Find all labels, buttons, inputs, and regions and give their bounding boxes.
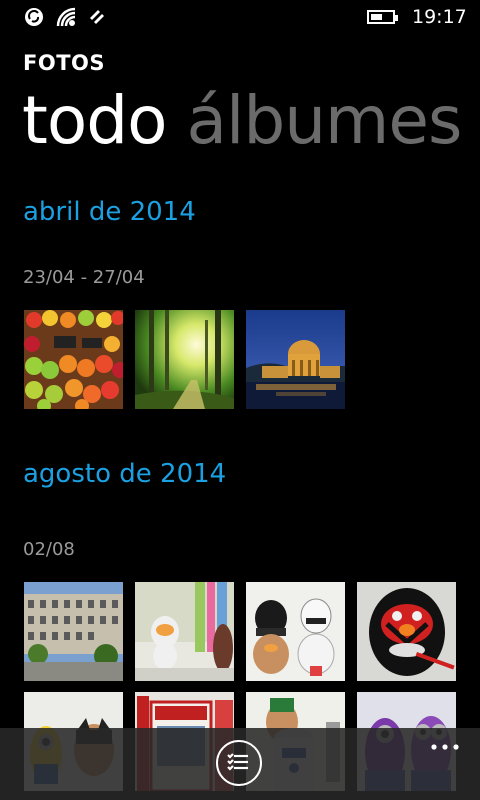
- section-month-august: agosto de 2014: [23, 459, 227, 489]
- section-range-august: 02/08: [23, 539, 75, 560]
- select-list-icon: [227, 753, 248, 771]
- photo-forest-sunlight[interactable]: [135, 310, 234, 409]
- photo-darth-maul-potato[interactable]: [357, 582, 456, 681]
- clock: 19:17: [412, 6, 467, 28]
- app-title: FOTOS: [23, 51, 105, 75]
- pivot-item-albumes[interactable]: álbumes: [187, 82, 463, 159]
- pivot-item-todo[interactable]: todo: [22, 82, 168, 159]
- select-button[interactable]: [216, 740, 262, 786]
- section-month-april: abril de 2014: [23, 197, 196, 227]
- battery-icon: [367, 10, 398, 24]
- status-bar: 19:17: [0, 0, 480, 34]
- app-bar: [0, 728, 480, 800]
- photo-fruit-market[interactable]: [24, 310, 123, 409]
- pivot-header: todoálbumesf: [22, 82, 480, 159]
- section-range-april: 23/04 - 27/04: [23, 267, 145, 288]
- wifi-icon: [56, 7, 76, 27]
- more-dots-icon[interactable]: [430, 742, 460, 752]
- photo-building[interactable]: [24, 582, 123, 681]
- data-sync-icon: [90, 10, 104, 24]
- photo-palace-night[interactable]: [246, 310, 345, 409]
- photo-toy-figure[interactable]: [135, 582, 234, 681]
- photo-darth-potato-stormtrooper[interactable]: [246, 582, 345, 681]
- nfc-icon: [25, 8, 43, 26]
